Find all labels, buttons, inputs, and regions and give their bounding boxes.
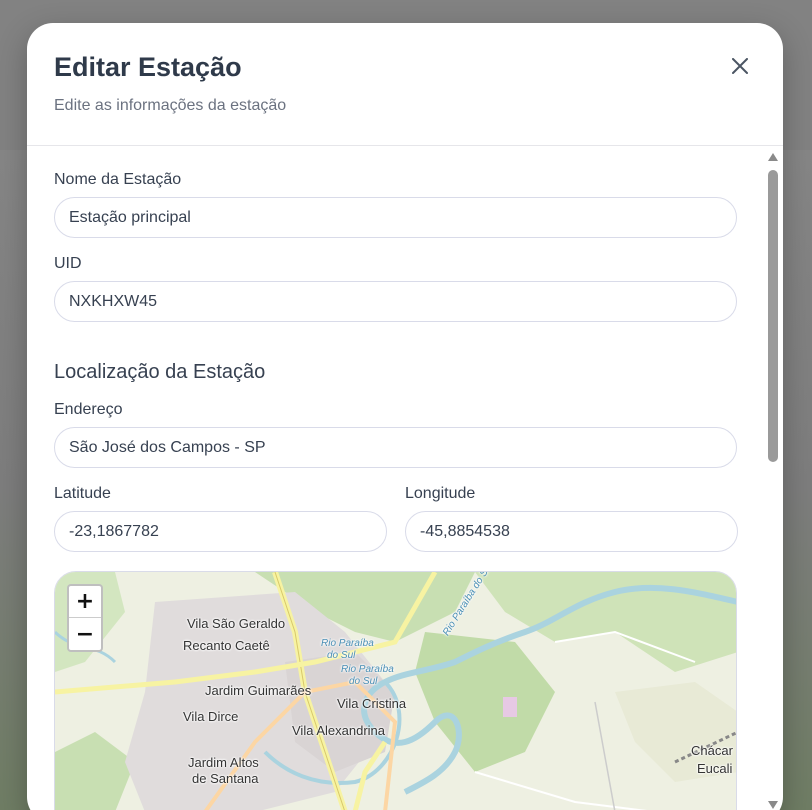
- map-label-vila-cristina: Vila Cristina: [337, 696, 407, 711]
- address-input[interactable]: [54, 427, 737, 468]
- zoom-in-button[interactable]: +: [69, 586, 101, 618]
- uid-input[interactable]: [54, 281, 737, 322]
- close-button[interactable]: [727, 53, 753, 79]
- uid-group: UID: [54, 254, 737, 322]
- map-label-river-1b: do Sul: [327, 650, 356, 661]
- map-label-de-santana: de Santana: [192, 771, 259, 786]
- modal-scrollbar[interactable]: [766, 151, 780, 810]
- map-tiles: [55, 572, 736, 810]
- map-label-vila-alexandrina: Vila Alexandrina: [292, 723, 385, 738]
- longitude-label: Longitude: [405, 485, 476, 502]
- triangle-down-icon: [768, 801, 778, 809]
- map-label-river-2a: Rio Paraíba: [341, 664, 394, 675]
- triangle-up-icon: [768, 153, 778, 161]
- map-zoom-control: + −: [67, 584, 103, 652]
- modal-title: Editar Estação: [54, 52, 242, 82]
- latitude-group: Latitude: [54, 484, 387, 552]
- station-name-group: Nome da Estação: [54, 170, 737, 238]
- map-label-chacar: Chácar: [691, 743, 733, 758]
- address-label: Endereço: [54, 401, 123, 418]
- map-label-eucali: Eucali: [697, 761, 733, 776]
- longitude-input[interactable]: [405, 511, 738, 552]
- scrollbar-thumb[interactable]: [768, 170, 778, 462]
- longitude-group: Longitude: [405, 484, 738, 552]
- edit-station-modal: Editar Estação Edite as informações da e…: [27, 23, 783, 810]
- uid-label: UID: [54, 255, 82, 272]
- map-label-recanto-caete: Recanto Caetê: [183, 638, 270, 653]
- zoom-out-button[interactable]: −: [69, 618, 101, 650]
- station-name-input[interactable]: [54, 197, 737, 238]
- station-name-label: Nome da Estação: [54, 171, 182, 188]
- map-label-vila-sao-geraldo: Vila São Geraldo: [187, 616, 286, 631]
- latitude-input[interactable]: [54, 511, 387, 552]
- latitude-label: Latitude: [54, 485, 111, 502]
- location-section-title: Localização da Estação: [54, 361, 266, 383]
- modal-header: Editar Estação Edite as informações da e…: [27, 23, 783, 146]
- modal-subtitle: Edite as informações da estação: [54, 97, 287, 114]
- map-label-river-1a: Rio Paraíba: [321, 638, 374, 649]
- map-label-vila-dirce: Vila Dirce: [183, 709, 239, 724]
- location-map[interactable]: + − Vila São Geraldo Recanto Caetê Jardi…: [54, 571, 737, 810]
- address-group: Endereço: [54, 400, 737, 468]
- coordinates-row: Latitude Longitude: [54, 484, 738, 568]
- map-label-river-2b: do Sul: [349, 676, 378, 687]
- map-label-jardim-altos: Jardim Altos: [188, 755, 259, 770]
- scroll-up-button[interactable]: [767, 151, 779, 163]
- map-label-jardim-guimaraes: Jardim Guimarães: [205, 683, 312, 698]
- modal-body: Nome da Estação UID Localização da Estaç…: [27, 146, 783, 810]
- close-icon: [732, 58, 748, 74]
- scroll-down-button[interactable]: [767, 799, 779, 810]
